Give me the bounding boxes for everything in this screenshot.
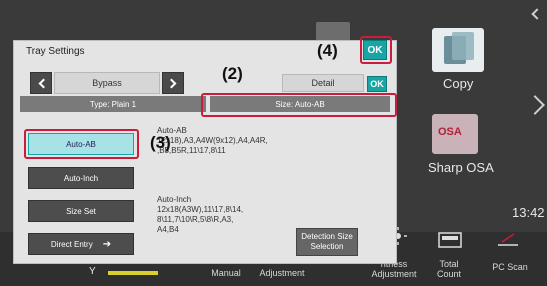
copy-label: Copy (443, 76, 474, 91)
callout-box-size (201, 93, 397, 117)
sharp-osa-tile-icon[interactable]: OSA (432, 114, 478, 154)
callout-box-auto-ab (24, 129, 139, 159)
toner-y-level (108, 271, 158, 275)
callout-box-ok (360, 36, 392, 64)
chevron-right-icon (166, 78, 177, 89)
auto-ab-info-title: Auto-AB (157, 126, 187, 135)
manual-label[interactable]: Manual (204, 268, 248, 278)
tab-detail[interactable]: Detail (282, 74, 364, 92)
type-field[interactable]: Type: Plain 1 (20, 96, 206, 112)
home-screen: Copy OSA Sharp OSA 13:42 Y Manual Adjust… (0, 0, 547, 286)
auto-ab-info-body: 12x18),A3,A4W(9x12),A4,A4R, ,B5,B5R,11\1… (157, 136, 268, 155)
tab-bypass[interactable]: Bypass (54, 72, 160, 94)
back-icon[interactable] (531, 8, 543, 20)
callout-number-4: (4) (315, 41, 340, 61)
sharp-osa-label: Sharp OSA (428, 160, 494, 175)
clock: 13:42 (512, 205, 545, 220)
toner-y-label: Y (89, 266, 96, 277)
auto-inch-button[interactable]: Auto-Inch (28, 167, 134, 189)
size-set-button[interactable]: Size Set (28, 200, 134, 222)
auto-inch-info-title: Auto-Inch (157, 195, 192, 204)
arrow-right-icon: ➔ (102, 238, 112, 250)
copy-tile-icon[interactable] (432, 28, 484, 72)
prev-tray-button[interactable] (30, 72, 52, 94)
chevron-left-icon (38, 78, 49, 89)
total-count-label[interactable]: Total Count (426, 259, 472, 279)
auto-inch-info: Auto-Inch 12x18(A3W),11\17,8\14, 8\11,7\… (157, 195, 287, 235)
next-page-icon[interactable] (525, 95, 545, 115)
pc-scan-icon (498, 233, 518, 246)
detail-ok-button[interactable]: OK (367, 76, 387, 92)
pc-scan-label[interactable]: PC Scan (488, 262, 532, 272)
auto-inch-info-body: 12x18(A3W),11\17,8\14, 8\11,7\10\R,5\8\R… (157, 205, 244, 234)
next-tray-button[interactable] (162, 72, 184, 94)
direct-entry-label: Direct Entry (50, 239, 93, 249)
total-count-icon (438, 232, 462, 248)
callout-number-3: (3) (150, 133, 171, 152)
direct-entry-button[interactable]: Direct Entry ➔ (28, 233, 134, 255)
adjustment-label[interactable]: Adjustment (256, 268, 308, 278)
dialog-title: Tray Settings (26, 46, 85, 57)
callout-number-2: (2) (220, 64, 245, 84)
detection-size-selection-button[interactable]: Detection Size Selection (296, 228, 358, 256)
auto-ab-info: Auto-AB 12x18),A3,A4W(9x12),A4,A4R, ,B5,… (157, 126, 297, 156)
osa-tile-text: OSA (438, 126, 462, 138)
